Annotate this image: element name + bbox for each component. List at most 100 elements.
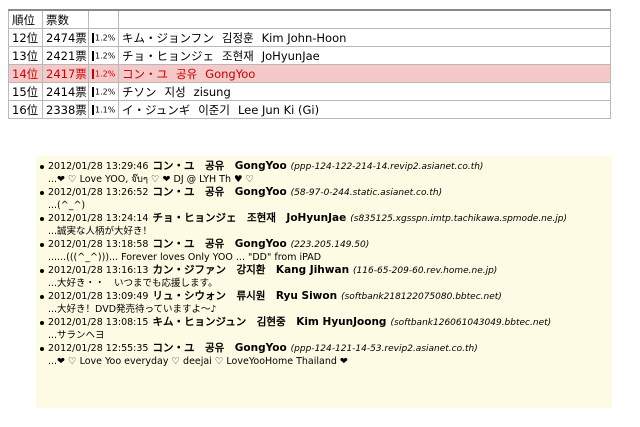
- percent-cell: 1.2%: [88, 64, 119, 83]
- rank-cell: 13位: [8, 46, 43, 65]
- rank-cell: 14位: [8, 64, 43, 83]
- comment-header: 2012/01/28 13:16:13 カン・ジファン 강지환 Kang Jihw…: [48, 264, 612, 278]
- comment-entry: 2012/01/28 13:26:52 コン・ユ 공유 GongYoo (58-97…: [36, 186, 612, 212]
- comment-candidate: リュ・シウォン 류시원 Ryu Siwon: [152, 290, 338, 302]
- comment-candidate: コン・ユ 공유 GongYoo: [152, 160, 287, 172]
- percent-value: 1.2%: [95, 51, 116, 60]
- vote-bar: [92, 68, 94, 79]
- comment-host: (softbank126061043049.bbtec.net): [390, 318, 552, 328]
- vote-bar: [92, 86, 94, 97]
- ranking-row: 13位 2421票 1.2% チョ・ヒョンジェ 조현재 JoHyunJae: [8, 46, 611, 65]
- comment-host: (ppp-124-121-14-53.revip2.asianet.co.th): [290, 344, 478, 354]
- vote-bar: [92, 50, 94, 61]
- header-name: [118, 9, 611, 29]
- comment-entry: 2012/01/28 13:09:49 リュ・シウォン 류시원 Ryu Siwon…: [36, 290, 612, 316]
- comment-candidate: キム・ヒョンジュン 김현중 Kim HyunJoong: [152, 316, 387, 328]
- candidate-cell: イ・ジュンギ 이준기 Lee Jun Ki (Gi): [118, 100, 611, 119]
- comment-header: 2012/01/28 13:24:14 チョ・ヒョンジェ 조현재 JoHyunJa…: [48, 212, 612, 226]
- comment-host: (116-65-209-60.rev.home.ne.jp): [353, 266, 498, 276]
- comment-message: ...❤ ♡ Love Yoo everyday ♡ deejai ♡ Love…: [48, 356, 348, 367]
- comment-date: 2012/01/28 13:09:49: [48, 291, 149, 302]
- candidate-name-en: zisung: [193, 84, 231, 99]
- comment-box: 2012/01/28 13:29:46 コン・ユ 공유 GongYoo (ppp-1…: [36, 156, 612, 408]
- votes-cell: 2338票: [42, 100, 89, 119]
- comment-message: ...大好き・・ いつまでも応援します。: [48, 278, 218, 289]
- candidate-name-ko: 김정훈: [221, 30, 254, 45]
- percent-cell: 1.2%: [88, 28, 119, 47]
- candidate-name-ja: イ・ジュンギ: [122, 102, 191, 117]
- candidate-name-en: Kim John-Hoon: [261, 30, 347, 45]
- comment-entry: 2012/01/28 13:24:14 チョ・ヒョンジェ 조현재 JoHyunJa…: [36, 212, 612, 238]
- comment-entry: 2012/01/28 13:16:13 カン・ジファン 강지환 Kang Jihw…: [36, 264, 612, 290]
- candidate-cell: チソン 지성 zisung: [118, 82, 611, 101]
- ranking-body: 12位 2474票 1.2% キム・ジョンフン 김정훈 Kim John-Hoon 13位 2…: [8, 28, 611, 119]
- candidate-name-ko: 조현재: [222, 48, 254, 63]
- comment-candidate: コン・ユ 공유 GongYoo: [152, 342, 287, 354]
- comment-header: 2012/01/28 13:26:52 コン・ユ 공유 GongYoo (58-97…: [48, 186, 612, 200]
- comment-entry: 2012/01/28 13:08:15 キム・ヒョンジュン 김현중 Kim Hyu…: [36, 316, 612, 342]
- percent-value: 1.2%: [95, 33, 116, 42]
- percent-value: 1.2%: [95, 87, 116, 96]
- comment-entry: 2012/01/28 12:55:35 コン・ユ 공유 GongYoo (ppp-1…: [36, 342, 612, 368]
- comment-header: 2012/01/28 13:09:49 リュ・シウォン 류시원 Ryu Siwon…: [48, 290, 612, 304]
- candidate-cell: コン・ユ 공유 GongYoo: [118, 64, 611, 83]
- comment-message: ...サランヘヨ: [48, 330, 105, 341]
- candidate-name-en: JoHyunJae: [261, 48, 320, 63]
- ranking-row: 16位 2338票 1.1% イ・ジュンギ 이준기 Lee Jun Ki (Gi): [8, 100, 611, 119]
- comment-header: 2012/01/28 13:08:15 キム・ヒョンジュン 김현중 Kim Hyu…: [48, 316, 612, 330]
- ranking-header-row: 順位 票数: [8, 9, 611, 29]
- comment-message: ...大好き！DVD発売待っていますよ～♪: [48, 304, 217, 315]
- comment-message: ...(^_^): [48, 200, 86, 211]
- comment-candidate: チョ・ヒョンジェ 조현재 JoHyunJae: [152, 212, 347, 224]
- candidate-name-en: GongYoo: [205, 66, 256, 81]
- comment-candidate: コン・ユ 공유 GongYoo: [152, 186, 287, 198]
- candidate-name-en: Lee Jun Ki (Gi): [237, 102, 320, 117]
- header-votes: 票数: [42, 9, 89, 29]
- comment-host: (softbank218122075080.bbtec.net): [341, 292, 502, 302]
- votes-cell: 2474票: [42, 28, 89, 47]
- percent-cell: 1.1%: [88, 100, 119, 119]
- rank-cell: 15位: [8, 82, 43, 101]
- candidate-name-ja: チョ・ヒョンジェ: [122, 48, 214, 63]
- comment-host: (58-97-0-244.static.asianet.co.th): [290, 188, 443, 198]
- comment-message: ......(((^_^)))... Forever loves Only YO…: [48, 252, 322, 263]
- comment-candidate: カン・ジファン 강지환 Kang Jihwan: [152, 264, 350, 276]
- comment-host: (ppp-124-122-214-14.revip2.asianet.co.th…: [290, 162, 484, 172]
- comment-entry: 2012/01/28 13:18:58 コン・ユ 공유 GongYoo (223.2…: [36, 238, 612, 264]
- header-bar: [88, 9, 119, 29]
- comment-date: 2012/01/28 13:08:15: [48, 317, 149, 328]
- percent-value: 1.2%: [95, 69, 116, 78]
- percent-value: 1.1%: [95, 105, 116, 114]
- comment-header: 2012/01/28 13:18:58 コン・ユ 공유 GongYoo (223.2…: [48, 238, 612, 252]
- candidate-name-ko: 지성: [164, 84, 186, 99]
- comment-header: 2012/01/28 12:55:35 コン・ユ 공유 GongYoo (ppp-1…: [48, 342, 612, 356]
- ranking-row: 14位 2417票 1.2% コン・ユ 공유 GongYoo: [8, 64, 611, 83]
- comment-header: 2012/01/28 13:29:46 コン・ユ 공유 GongYoo (ppp-1…: [48, 160, 612, 174]
- comment-host: (s835125.xgsspn.imtp.tachikawa.spmode.ne…: [350, 214, 568, 224]
- rank-cell: 12位: [8, 28, 43, 47]
- candidate-cell: キム・ジョンフン 김정훈 Kim John-Hoon: [118, 28, 611, 47]
- votes-cell: 2417票: [42, 64, 89, 83]
- percent-cell: 1.2%: [88, 82, 119, 101]
- comment-date: 2012/01/28 13:24:14: [48, 213, 149, 224]
- comment-date: 2012/01/28 13:18:58: [48, 239, 149, 250]
- comment-message: ...誠実な人柄が大好き！: [48, 226, 153, 237]
- votes-cell: 2421票: [42, 46, 89, 65]
- vote-bar: [92, 104, 94, 115]
- comment-date: 2012/01/28 13:26:52: [48, 187, 149, 198]
- comment-date: 2012/01/28 13:29:46: [48, 161, 149, 172]
- ranking-table: 順位 票数 12位 2474票 1.2% キム・ジョンフン 김정훈 Kim John-Ho…: [8, 9, 611, 119]
- candidate-name-ja: コン・ユ: [122, 66, 168, 81]
- comment-date: 2012/01/28 12:55:35: [48, 343, 149, 354]
- candidate-name-ja: キム・ジョンフン: [122, 30, 214, 45]
- comment-list: 2012/01/28 13:29:46 コン・ユ 공유 GongYoo (ppp-1…: [36, 156, 612, 368]
- comment-candidate: コン・ユ 공유 GongYoo: [152, 238, 287, 250]
- ranking-row: 15位 2414票 1.2% チソン 지성 zisung: [8, 82, 611, 101]
- vote-bar: [92, 32, 94, 43]
- rank-cell: 16位: [8, 100, 43, 119]
- candidate-name-ko: 이준기: [198, 102, 230, 117]
- comment-entry: 2012/01/28 13:29:46 コン・ユ 공유 GongYoo (ppp-1…: [36, 160, 612, 186]
- ranking-row: 12位 2474票 1.2% キム・ジョンフン 김정훈 Kim John-Hoon: [8, 28, 611, 47]
- comment-date: 2012/01/28 13:16:13: [48, 265, 149, 276]
- candidate-name-ko: 공유: [176, 66, 198, 81]
